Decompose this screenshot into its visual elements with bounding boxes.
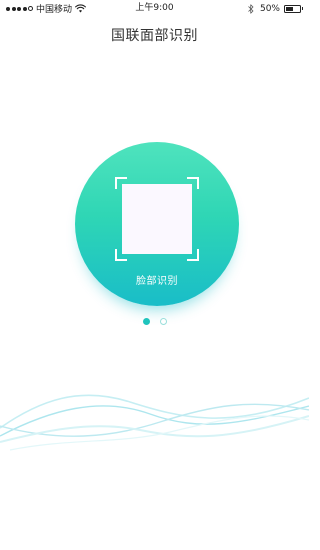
wave-decoration: [0, 394, 309, 451]
face-recognition-label: 脸部识别: [136, 276, 178, 287]
page-indicator: [0, 318, 309, 325]
battery-fill: [286, 6, 293, 11]
status-bar: 中国移动 上午9:00 50%: [0, 0, 309, 18]
page-title: 国联面部识别: [111, 28, 198, 44]
page-dot-1[interactable]: [142, 318, 150, 325]
page-dot-2[interactable]: [159, 318, 167, 325]
status-bar-right: 50%: [248, 3, 303, 14]
face-recognition-button[interactable]: 脸部识别: [75, 142, 239, 306]
battery-percent: 50%: [259, 3, 280, 14]
bluetooth-icon: [248, 3, 254, 14]
battery-icon: [284, 4, 303, 13]
scan-window: [122, 184, 192, 254]
face-scan-frame-icon: [115, 177, 199, 261]
